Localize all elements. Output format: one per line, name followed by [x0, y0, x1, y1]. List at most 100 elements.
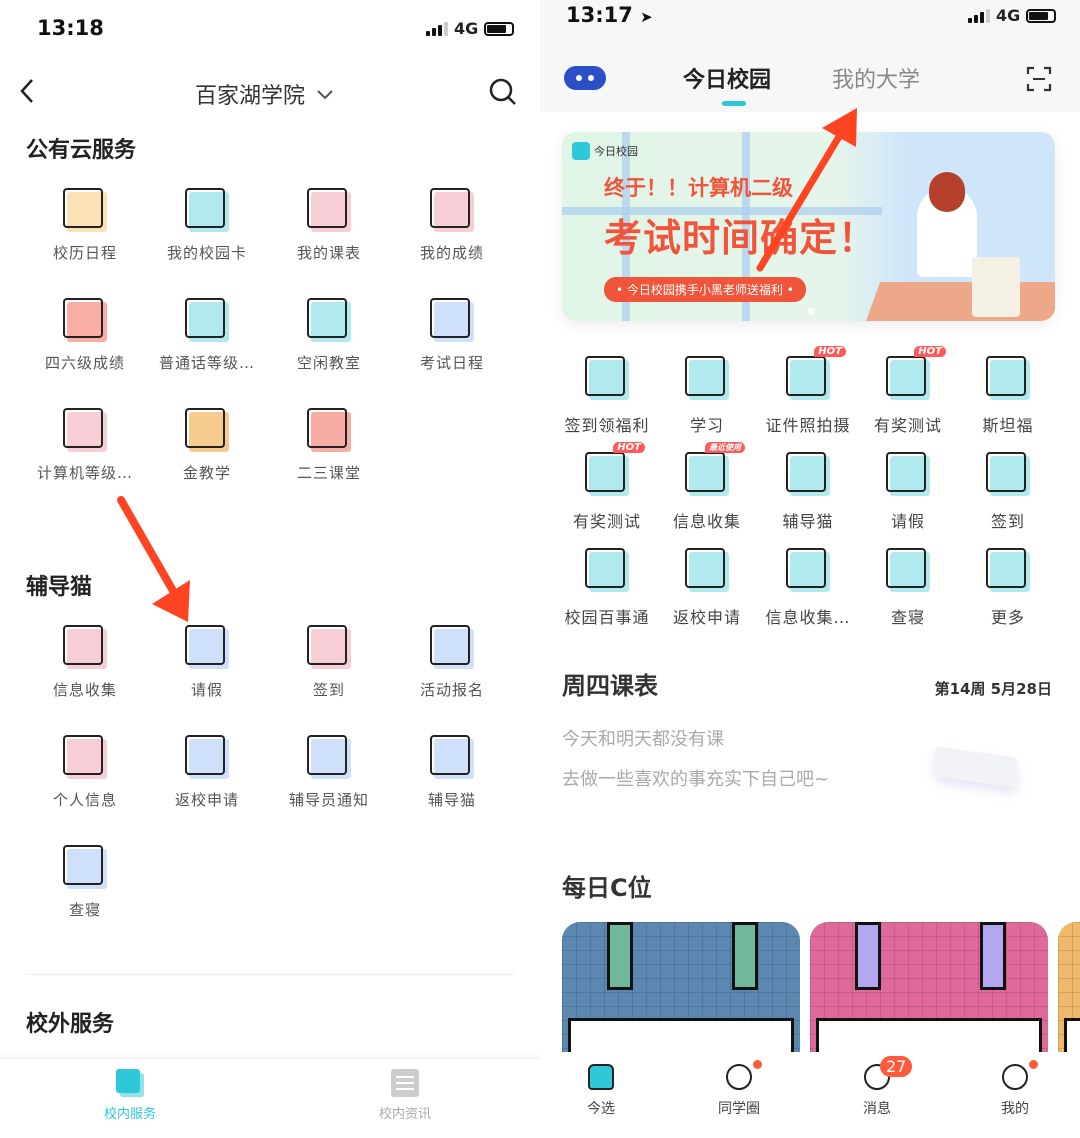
service-label: 校历日程 [52, 244, 117, 262]
layers-icon [116, 1069, 144, 1097]
quick-item[interactable]: 斯坦福 [948, 354, 1068, 436]
icon-outline [585, 548, 625, 588]
service-item[interactable]: 请假 [147, 623, 267, 700]
divider [26, 974, 514, 975]
service-item[interactable]: 四六级成绩 [25, 296, 145, 373]
service-item[interactable]: 普通话等级… [147, 296, 267, 373]
back-button[interactable] [14, 76, 44, 106]
service-item[interactable]: 辅导员通知 [269, 733, 389, 810]
daily-card[interactable] [810, 922, 1048, 1062]
cat-icon [428, 733, 476, 781]
campus-selector[interactable]: 百家湖学院 [195, 78, 335, 110]
tab-label: 校内资讯 [378, 1107, 431, 1122]
unread-count-badge: 27 [880, 1056, 913, 1077]
tab-smile[interactable]: 同学圈 [699, 1060, 779, 1118]
quick-item[interactable]: 签到 [948, 450, 1068, 532]
icon-outline [786, 356, 826, 396]
service-label: 计算机等级… [36, 464, 133, 482]
signal-icon [968, 8, 990, 23]
icon-outline [685, 452, 725, 492]
home-icon [588, 1064, 614, 1090]
icon-outline [185, 408, 225, 448]
tab-today-campus[interactable]: 今日校园 [683, 62, 771, 94]
hot-badge: HOT [613, 442, 645, 453]
megaphone-icon [428, 623, 476, 671]
book-icon [683, 354, 731, 402]
search-button[interactable] [487, 76, 519, 112]
service-label: 考试日程 [419, 354, 484, 372]
status-bar-right: 4G [426, 19, 515, 38]
banner-brand: 今日校园 [572, 142, 638, 160]
service-item[interactable]: 信息收集 [25, 623, 145, 700]
search-icon [489, 78, 516, 105]
daily-card[interactable] [562, 922, 800, 1062]
quiz-icon: HOT [884, 346, 946, 402]
documents-icon [61, 623, 109, 671]
profile-card-icon [61, 733, 109, 781]
icon-outline [307, 298, 347, 338]
tab-my-university[interactable]: 我的大学 [832, 62, 920, 94]
icon-outline [986, 356, 1026, 396]
dorm-check-icon [61, 843, 109, 891]
banner-pill: • 今日校园携手小黑老师送福利 • [604, 277, 806, 302]
quick-label: 斯坦福 [982, 416, 1034, 435]
icon-outline [185, 625, 225, 665]
icon-outline [986, 548, 1026, 588]
scan-button[interactable] [1026, 66, 1052, 96]
service-label: 金教学 [182, 464, 231, 482]
service-label: 四六级成绩 [44, 354, 125, 372]
tab-label: 今选 [587, 1101, 615, 1117]
icon-outline [986, 452, 1026, 492]
bell-icon [305, 733, 353, 781]
service-item[interactable]: 空闲教室 [269, 296, 389, 373]
promo-banner[interactable]: 今日校园 终于！！计算机二级 考试时间确定！ • 今日校园携手小黑老师送福利 • [562, 132, 1055, 321]
service-item[interactable]: 二三课堂 [269, 406, 389, 483]
section-title-public-cloud: 公有云服务 [26, 138, 137, 163]
service-item[interactable]: 我的校园卡 [147, 186, 267, 263]
service-label: 辅导员通知 [288, 791, 369, 809]
service-item[interactable]: 活动报名 [392, 623, 512, 700]
icon-outline [685, 356, 725, 396]
service-item[interactable]: 校历日程 [25, 186, 145, 263]
tab-user[interactable]: 我的 [975, 1060, 1055, 1118]
score-100-icon [428, 186, 476, 234]
service-item[interactable]: 辅导猫 [392, 733, 512, 810]
icon-outline [185, 298, 225, 338]
banner-line2: 考试时间确定！ [604, 216, 878, 260]
owl-house-icon [183, 406, 231, 454]
book-illustration [935, 746, 1017, 788]
icon-outline [786, 548, 826, 588]
tab-home[interactable]: 今选 [561, 1064, 641, 1118]
icon-outline [307, 625, 347, 665]
right-screen: 13:17 ➤ 4G 今日校园 我的大学 今日校园 终于！！计算机二级 考试时间… [540, 0, 1080, 1138]
service-item[interactable]: 我的成绩 [392, 186, 512, 263]
service-item[interactable]: 查寝 [25, 843, 145, 920]
icon-outline [307, 735, 347, 775]
service-item[interactable]: 签到 [269, 623, 389, 700]
battery-icon [1026, 8, 1057, 23]
service-item[interactable]: 计算机等级… [25, 406, 145, 483]
quick-item[interactable]: 更多 [948, 546, 1068, 628]
tab-chat[interactable]: 27 消息 [837, 1056, 917, 1118]
carousel-dot[interactable] [808, 308, 815, 315]
tab-campus-services[interactable]: 校内服务 [80, 1069, 180, 1122]
robot-button[interactable] [564, 66, 606, 90]
service-item[interactable]: 返校申请 [147, 733, 267, 810]
service-item[interactable]: 金教学 [147, 406, 267, 483]
icon-outline [886, 452, 926, 492]
network-label: 4G [454, 19, 479, 38]
smile-icon [726, 1060, 762, 1090]
service-item[interactable]: 个人信息 [25, 733, 145, 810]
left-tab-bar: 校内服务 校内资讯 [0, 1058, 540, 1138]
service-item[interactable]: 考试日程 [392, 296, 512, 373]
signal-icon [426, 21, 448, 36]
daily-card[interactable] [1058, 922, 1080, 1062]
service-item[interactable]: 我的课表 [269, 186, 389, 263]
icon-outline [585, 356, 625, 396]
tab-label: 同学圈 [718, 1101, 760, 1117]
tab-label: 校内服务 [103, 1107, 156, 1122]
tab-campus-news[interactable]: 校内资讯 [355, 1069, 455, 1122]
icon-outline [307, 188, 347, 228]
left-screen: 13:18 4G 百家湖学院 公有云服务 校历日程 我的校园卡 我的课表 我的成绩 四六… [0, 0, 540, 1138]
cet-report-icon [61, 296, 109, 344]
